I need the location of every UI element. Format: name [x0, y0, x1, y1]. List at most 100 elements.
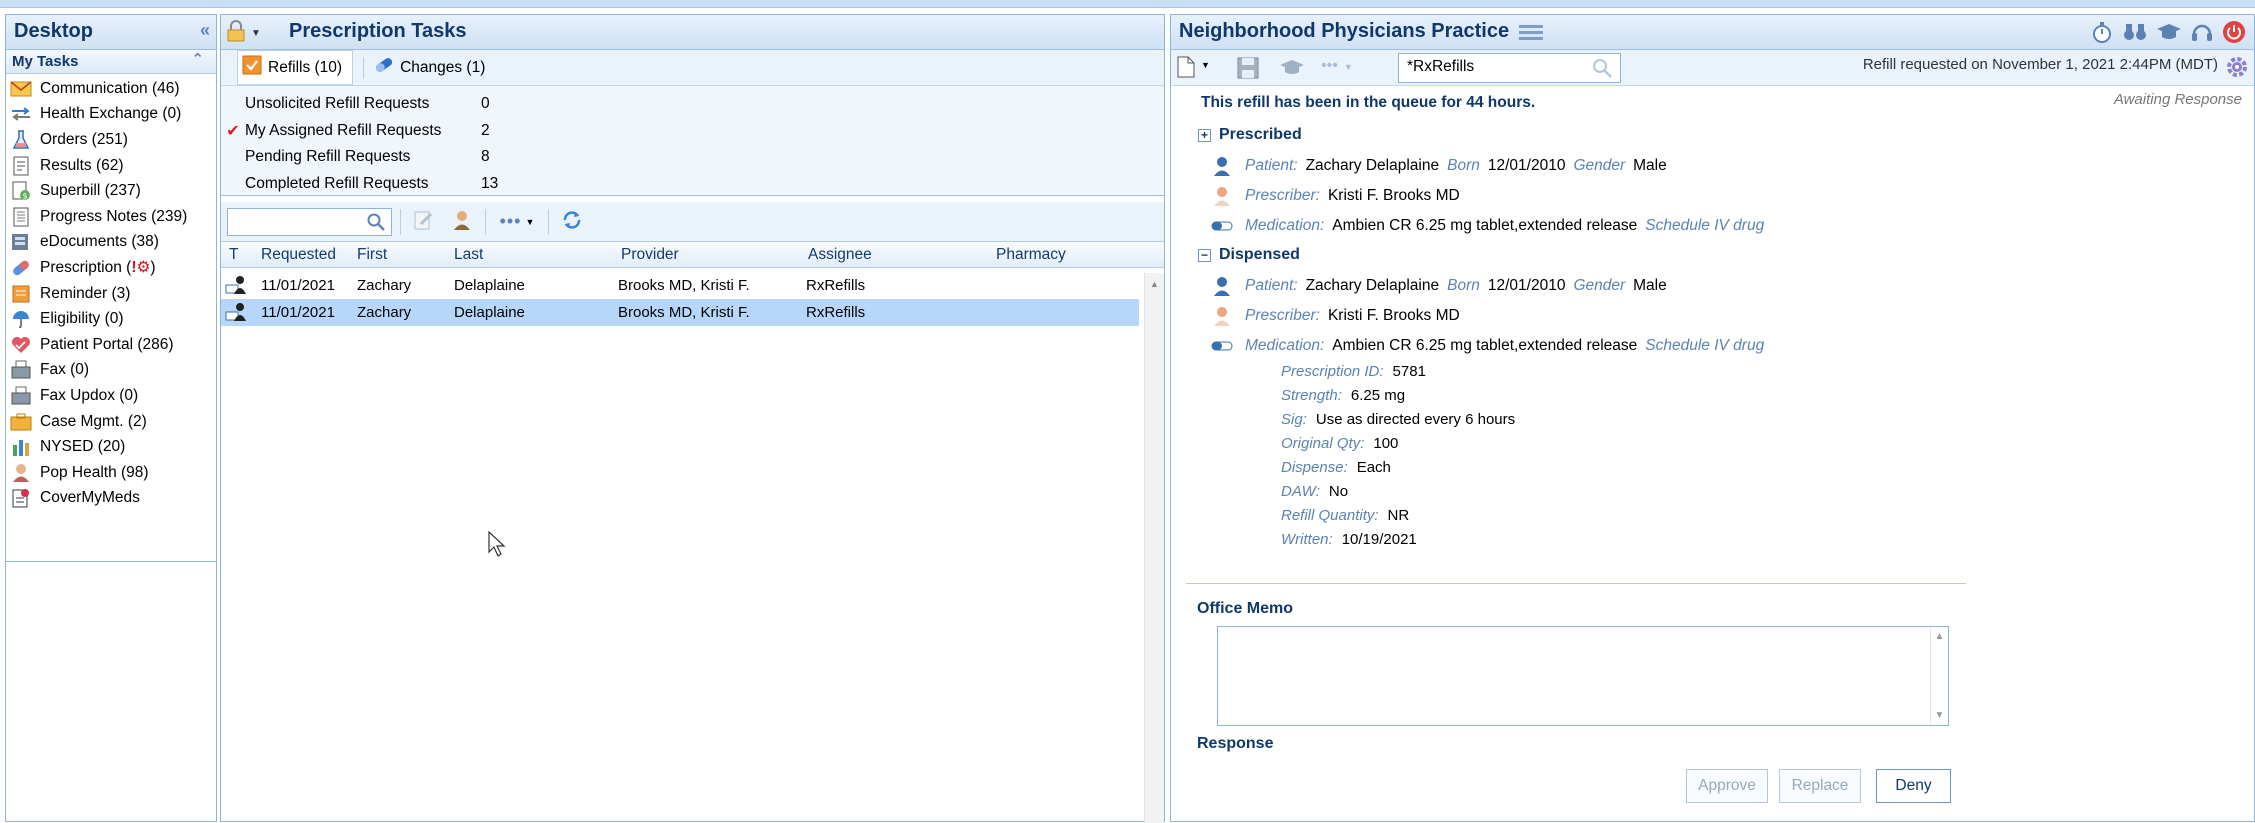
lock-menu-button[interactable]: ▼ [226, 20, 261, 46]
col-pharmacy[interactable]: Pharmacy [996, 246, 1066, 264]
more-options-button[interactable]: ••• ▼ [494, 207, 540, 237]
task-list: Communication (46) Health Exchange (0) O… [6, 74, 216, 562]
dropdown-caret-icon: ▼ [251, 27, 261, 39]
reminder-icon [9, 283, 33, 305]
summary-row-unsolicited[interactable]: Unsolicited Refill Requests 0 [221, 91, 1164, 118]
cell-last: Delaplaine [454, 304, 525, 321]
edit-task-button[interactable] [409, 207, 439, 237]
task-item-edocuments[interactable]: eDocuments (38) [6, 230, 216, 256]
new-document-button[interactable] [1177, 56, 1195, 82]
deny-button[interactable]: Deny [1876, 769, 1951, 803]
approve-button[interactable]: Approve [1686, 769, 1768, 803]
search-icon[interactable] [367, 213, 385, 235]
lock-icon [226, 20, 246, 46]
cell-requested: 11/01/2021 [261, 277, 335, 294]
request-info: Refill requested on November 1, 2021 2:4… [1862, 56, 2218, 73]
task-item-health-exchange[interactable]: Health Exchange (0) [6, 102, 216, 128]
more-dots-icon[interactable]: ••• ▼ [1321, 57, 1353, 75]
task-item-covermymeds[interactable]: CoverMyMeds [6, 486, 216, 512]
task-label: Reminder (3) [40, 284, 131, 302]
top-strip [0, 0, 2255, 8]
binoculars-icon[interactable] [2122, 20, 2148, 48]
memo-scrollbar[interactable]: ▲ ▼ [1930, 627, 1948, 725]
born-key: Born [1447, 157, 1480, 174]
table-row[interactable]: 11/01/2021 Zachary Delaplaine Brooks MD,… [221, 299, 1139, 326]
task-item-reminder[interactable]: Reminder (3) [6, 281, 216, 307]
bar-chart-icon [9, 436, 33, 458]
office-memo-textarea[interactable]: ▲ ▼ [1217, 626, 1949, 726]
schedule-label: Schedule IV drug [1645, 217, 1765, 234]
collapse-toggle-icon[interactable]: − [1198, 248, 1211, 262]
power-icon[interactable] [2222, 20, 2246, 48]
col-first[interactable]: First [357, 246, 387, 264]
task-toolbar: ••• ▼ [221, 202, 1164, 242]
task-item-communication[interactable]: Communication (46) [6, 76, 216, 102]
task-item-fax-updox[interactable]: Fax Updox (0) [6, 383, 216, 409]
refresh-button[interactable] [557, 207, 587, 237]
task-item-nysed[interactable]: NYSED (20) [6, 434, 216, 460]
patient-key: Patient: [1245, 157, 1298, 174]
assignee-search-input[interactable]: *RxRefills [1398, 53, 1621, 83]
practice-title: Neighborhood Physicians Practice [1179, 20, 1510, 42]
envelope-icon [9, 78, 33, 100]
col-provider[interactable]: Provider [621, 246, 679, 264]
col-requested[interactable]: Requested [261, 246, 336, 264]
born-key: Born [1447, 277, 1480, 294]
fax-icon [9, 359, 33, 381]
task-search-input[interactable] [227, 207, 392, 236]
pill-icon [374, 56, 394, 79]
task-item-patient-portal[interactable]: Patient Portal (286) [6, 332, 216, 358]
replace-button[interactable]: Replace [1779, 769, 1861, 803]
save-icon[interactable] [1237, 57, 1259, 83]
col-last[interactable]: Last [454, 246, 483, 264]
document-icon [9, 155, 33, 177]
grid-scrollbar[interactable]: ▲ [1144, 273, 1164, 823]
dispensed-section-header[interactable]: − Dispensed [1198, 246, 1300, 264]
collapse-chevron-up-icon[interactable]: ⌃ [191, 50, 204, 68]
task-item-fax[interactable]: Fax (0) [6, 358, 216, 384]
assign-user-button[interactable] [447, 207, 477, 237]
col-type[interactable]: T [229, 246, 238, 264]
graduation-cap-icon[interactable] [1279, 58, 1305, 82]
graduation-cap-icon[interactable] [2156, 20, 2182, 48]
collapse-panel-icon[interactable]: « [200, 20, 210, 41]
task-label: NYSED (20) [40, 438, 126, 456]
tab-changes[interactable]: Changes (1) [374, 53, 493, 82]
stopwatch-icon[interactable] [2090, 20, 2114, 48]
task-item-progress-notes[interactable]: Progress Notes (239) [6, 204, 216, 230]
task-item-orders[interactable]: Orders (251) [6, 127, 216, 153]
task-item-case-mgmt[interactable]: Case Mgmt. (2) [6, 409, 216, 435]
task-label: Communication (46) [40, 79, 180, 97]
expand-toggle-icon[interactable]: + [1198, 128, 1211, 142]
search-icon[interactable] [1592, 58, 1612, 83]
task-item-prescription[interactable]: Prescription (!⚙) [6, 255, 216, 281]
summary-row-completed[interactable]: Completed Refill Requests 13 [221, 171, 1164, 198]
my-tasks-header[interactable]: My Tasks ⌃ [6, 50, 216, 74]
tab-refills[interactable]: Refills (10) [237, 50, 354, 85]
checkbox-checked-icon [242, 55, 262, 80]
gender-value: Male [1633, 157, 1667, 174]
task-item-pop-health[interactable]: Pop Health (98) [6, 460, 216, 486]
task-item-results[interactable]: Results (62) [6, 153, 216, 179]
patient-icon [1211, 276, 1233, 296]
status-label: Awaiting Response [2113, 91, 2242, 108]
headset-icon[interactable] [2190, 20, 2214, 48]
summary-row-my-assigned[interactable]: ✔ My Assigned Refill Requests 2 [221, 118, 1164, 145]
svg-text:$: $ [23, 192, 28, 201]
summary-row-pending[interactable]: Pending Refill Requests 8 [221, 144, 1164, 171]
task-item-superbill[interactable]: $ Superbill (237) [6, 178, 216, 204]
col-assignee[interactable]: Assignee [808, 246, 872, 264]
prescribed-section-header[interactable]: + Prescribed [1198, 126, 1302, 144]
task-item-eligibility[interactable]: Eligibility (0) [6, 306, 216, 332]
prescribed-patient-line: Patient: Zachary Delaplaine Born 12/01/2… [1211, 156, 1675, 176]
office-memo-label: Office Memo [1197, 600, 1294, 617]
settings-gear-icon[interactable] [2224, 54, 2250, 84]
prescriber-value: Kristi F. Brooks MD [1327, 187, 1460, 204]
tab-label: Refills (10) [268, 58, 343, 76]
dropdown-caret-icon[interactable]: ▼ [1201, 60, 1210, 70]
prescriber-key: Prescriber: [1245, 187, 1320, 204]
detail-refill-quantity: Refill Quantity: NR [1281, 507, 1410, 524]
menu-lines-icon[interactable] [1519, 24, 1543, 46]
table-row[interactable]: 11/01/2021 Zachary Delaplaine Brooks MD,… [221, 272, 1164, 299]
scroll-up-arrow-icon[interactable]: ▲ [1150, 279, 1159, 289]
